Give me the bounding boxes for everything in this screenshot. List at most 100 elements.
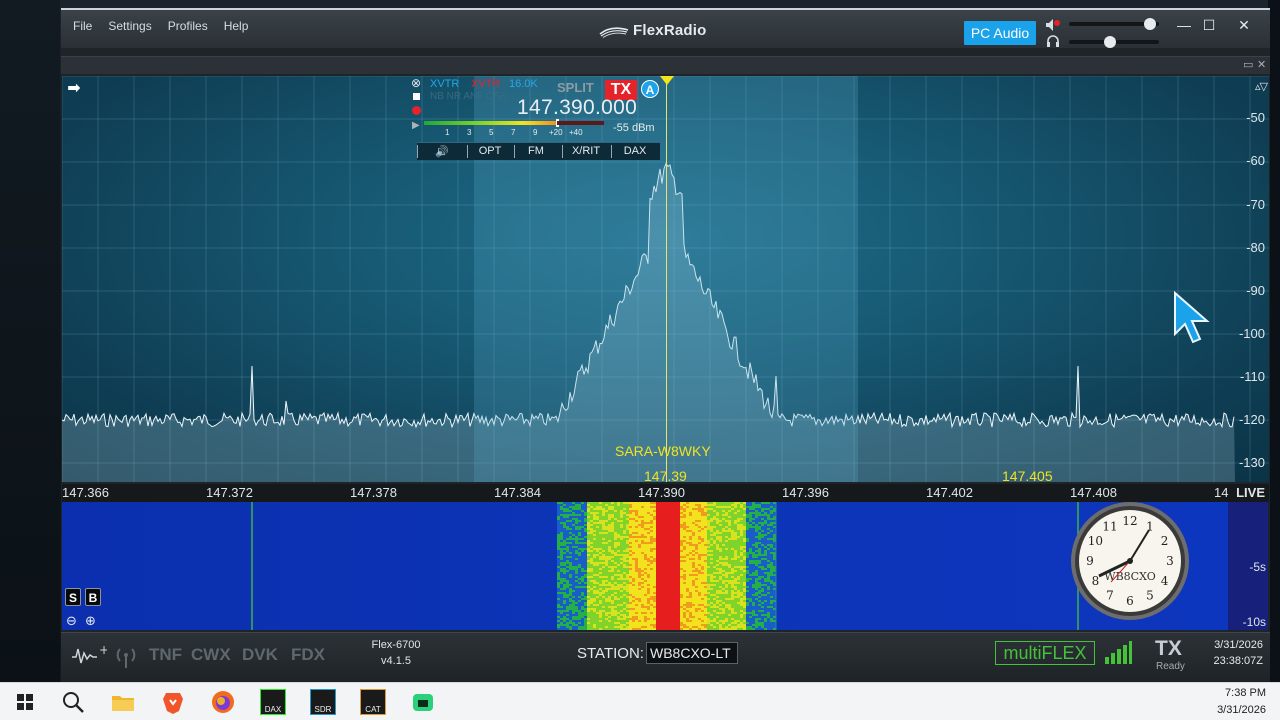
brave-browser-icon[interactable] <box>160 689 186 715</box>
b-button[interactable]: B <box>85 588 101 606</box>
close-panel-icon[interactable]: ✕ <box>1257 58 1266 71</box>
slice-button-separator <box>417 145 418 158</box>
file-explorer-icon[interactable] <box>110 689 136 715</box>
panadapter[interactable]: ➡ ⊗ ▶ XVTR XVTR 16.0K NB NR ANF QSK SPLI… <box>62 76 1269 482</box>
waveform-icon[interactable]: + <box>71 645 107 667</box>
taskbar-time[interactable]: 7:38 PM <box>1225 687 1266 699</box>
db-label: -130 <box>1238 455 1265 470</box>
slice-center-line[interactable] <box>666 76 667 482</box>
spot-label[interactable]: SARA-W8WKY <box>615 443 711 459</box>
search-icon[interactable] <box>60 689 86 715</box>
xvtr-rx-label[interactable]: XVTR <box>430 78 459 90</box>
menu-settings[interactable]: Settings <box>108 19 151 33</box>
db-label: -80 <box>1246 240 1265 255</box>
slice-close-icon[interactable]: ⊗ <box>411 76 421 90</box>
headphone-volume-knob[interactable] <box>1103 36 1116 48</box>
maximize-button[interactable]: ☐ <box>1200 16 1218 34</box>
minimize-button[interactable]: — <box>1175 16 1193 34</box>
speaker-mute-icon[interactable] <box>1045 18 1061 32</box>
signal-strength-icon <box>1105 641 1132 664</box>
slice-flag: ⊗ ▶ XVTR XVTR 16.0K NB NR ANF QSK SPLIT … <box>411 76 661 162</box>
close-button[interactable]: ✕ <box>1235 16 1253 34</box>
pc-audio-button[interactable]: PC Audio <box>964 21 1036 45</box>
speaker-volume-slider[interactable] <box>1069 18 1159 30</box>
split-button[interactable]: SPLIT <box>557 80 594 95</box>
radio-model: Flex-6700 <box>371 639 421 651</box>
db-label: -100 <box>1238 326 1265 341</box>
slice-frequency[interactable]: 147.390.000 <box>517 96 637 120</box>
live-indicator[interactable]: LIVE <box>1236 485 1265 500</box>
waterfall[interactable] <box>62 502 1228 630</box>
db-scale[interactable]: ▵▽ -50 -60 -70 -80 -90 -100 -110 -120 -1… <box>1235 76 1269 482</box>
clock-number: 8 <box>1092 574 1100 588</box>
freq-label: 147.366 <box>62 485 109 500</box>
s-button[interactable]: S <box>65 588 81 606</box>
meter-tick: +40 <box>569 128 583 137</box>
status-date: 3/31/2026 <box>1214 639 1263 651</box>
expand-arrow-icon[interactable]: ➡ <box>64 80 84 98</box>
dsp-flags[interactable]: NB NR ANF QSK <box>430 91 507 102</box>
freq-marker: 147.405 <box>1002 468 1053 482</box>
zoom-out-icon[interactable]: ⊖ <box>66 613 77 629</box>
clock-number: 7 <box>1106 589 1114 603</box>
db-scale-arrows-icon[interactable]: ▵▽ <box>1255 80 1268 93</box>
sdr-app-icon[interactable]: SDR <box>310 689 336 715</box>
meter-tick: +20 <box>549 128 563 137</box>
xvtr-tx-label[interactable]: XVTR <box>471 78 500 90</box>
slice-letter-badge[interactable]: A <box>641 80 659 98</box>
freq-label: 147.390 <box>638 485 685 500</box>
clock-number: 6 <box>1126 594 1134 608</box>
clock-number: 9 <box>1086 554 1094 568</box>
fdx-button[interactable]: FDX <box>291 645 325 665</box>
freq-label: 147.384 <box>494 485 541 500</box>
clock-number: 12 <box>1122 514 1137 528</box>
slice-record-icon[interactable] <box>412 106 421 115</box>
multiflex-button[interactable]: multiFLEX <box>995 641 1095 665</box>
slice-button-separator <box>611 145 612 158</box>
meter-tick: 5 <box>489 128 494 137</box>
green-app-icon[interactable] <box>410 689 436 715</box>
menu-profiles[interactable]: Profiles <box>168 19 208 33</box>
dvk-button[interactable]: DVK <box>242 645 278 665</box>
slice-button-separator <box>467 145 468 158</box>
background-left <box>0 0 60 682</box>
dax-app-icon[interactable]: DAX <box>260 689 286 715</box>
antenna-icon[interactable] <box>113 645 139 669</box>
brand-logo: FlexRadio <box>599 22 706 39</box>
zoom-in-icon[interactable]: ⊕ <box>85 613 96 629</box>
meter-ticks: 1 3 5 7 9 +20 +40 <box>445 128 605 138</box>
freq-label: 14 <box>1214 485 1229 500</box>
station-name-field[interactable]: WB8CXO-LT <box>646 642 738 664</box>
headphone-volume-slider[interactable] <box>1069 36 1159 48</box>
radio-version: v4.1.5 <box>381 655 411 667</box>
waterfall-time-scale: -5s -10s <box>1228 502 1268 630</box>
xrit-button[interactable]: X/RIT <box>566 145 606 157</box>
firefox-icon[interactable] <box>210 689 236 715</box>
windows-start-icon[interactable] <box>12 689 38 715</box>
windows-taskbar: DAX SDR CAT 7:38 PM 3/31/2026 <box>0 682 1280 720</box>
taskbar-date[interactable]: 3/31/2026 <box>1217 704 1266 716</box>
speaker-volume-knob[interactable] <box>1144 18 1156 30</box>
slice-audio-button[interactable]: 🔊 <box>431 145 453 158</box>
tx-status[interactable]: TX <box>1155 637 1182 661</box>
slice-lock-icon[interactable] <box>413 93 420 100</box>
slice-play-icon[interactable]: ▶ <box>412 120 420 131</box>
db-label: -60 <box>1246 153 1265 168</box>
station-clock: 12 1234567891011 WB8CXO <box>1071 502 1189 620</box>
menu-help[interactable]: Help <box>224 19 249 33</box>
slice-tuning-marker-icon[interactable] <box>660 76 674 85</box>
tnf-button[interactable]: TNF <box>149 645 182 665</box>
dax-button[interactable]: DAX <box>616 145 654 157</box>
mode-button[interactable]: FM <box>521 145 551 157</box>
cwx-button[interactable]: CWX <box>191 645 231 665</box>
restore-panel-icon[interactable]: ▭ <box>1243 58 1253 71</box>
slice-button-row: 🔊 OPT FM X/RIT DAX <box>417 142 660 160</box>
opt-button[interactable]: OPT <box>473 145 507 157</box>
cat-app-icon[interactable]: CAT <box>360 689 386 715</box>
menu-file[interactable]: File <box>73 19 92 33</box>
bandwidth-label: 16.0K <box>509 78 538 90</box>
freq-label: 147.402 <box>926 485 973 500</box>
meter-tick: 3 <box>467 128 472 137</box>
headphones-icon[interactable] <box>1046 34 1060 48</box>
center-freq-marker: 147.39 <box>644 468 687 482</box>
